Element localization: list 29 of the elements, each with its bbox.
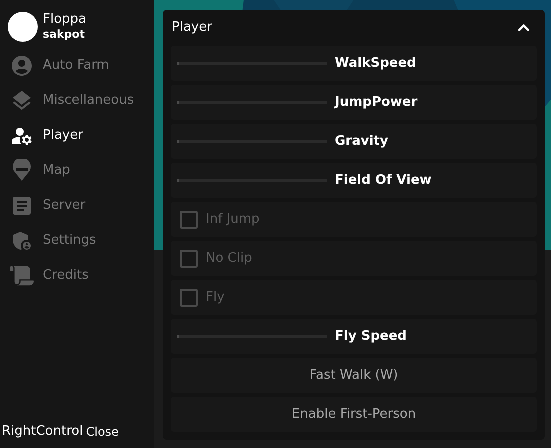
- checkbox[interactable]: [180, 210, 198, 228]
- checkbox[interactable]: [180, 288, 198, 306]
- close-button[interactable]: Close: [86, 423, 119, 441]
- slider-label: Fly Speed: [335, 328, 407, 346]
- sidebar-item[interactable]: Map: [0, 153, 154, 188]
- sidebar-item[interactable]: Miscellaneous: [0, 83, 154, 118]
- sidebar-item[interactable]: Player: [0, 118, 154, 153]
- keybind-label: RightControl: [2, 422, 84, 440]
- sidebar-item[interactable]: Settings: [0, 223, 154, 258]
- sidebar-item[interactable]: Auto Farm: [0, 48, 154, 83]
- checkbox-label: No Clip: [206, 250, 252, 268]
- panel-title: Player: [172, 19, 212, 38]
- action-button[interactable]: Fast Walk (W): [171, 358, 537, 393]
- slider-label: WalkSpeed: [335, 54, 416, 73]
- action-button[interactable]: Enable First-Person: [171, 397, 537, 432]
- sidebar-item[interactable]: Credits: [0, 258, 154, 293]
- avatar: [8, 12, 38, 42]
- user-name: Floppa: [43, 12, 87, 28]
- slider-label: Field Of View: [335, 172, 432, 190]
- checkbox-label: Inf Jump: [206, 210, 260, 229]
- checkbox[interactable]: [180, 250, 198, 268]
- map-pin-icon: [10, 158, 34, 182]
- slider-label: JumpPower: [335, 94, 418, 112]
- sidebar-item[interactable]: Server: [0, 188, 154, 223]
- slider-label: Gravity: [335, 132, 388, 151]
- scroll-icon: [10, 264, 34, 288]
- checkbox-label: Fly: [206, 288, 225, 307]
- user-handle: sakpot: [43, 28, 86, 42]
- layers-icon: [10, 88, 34, 112]
